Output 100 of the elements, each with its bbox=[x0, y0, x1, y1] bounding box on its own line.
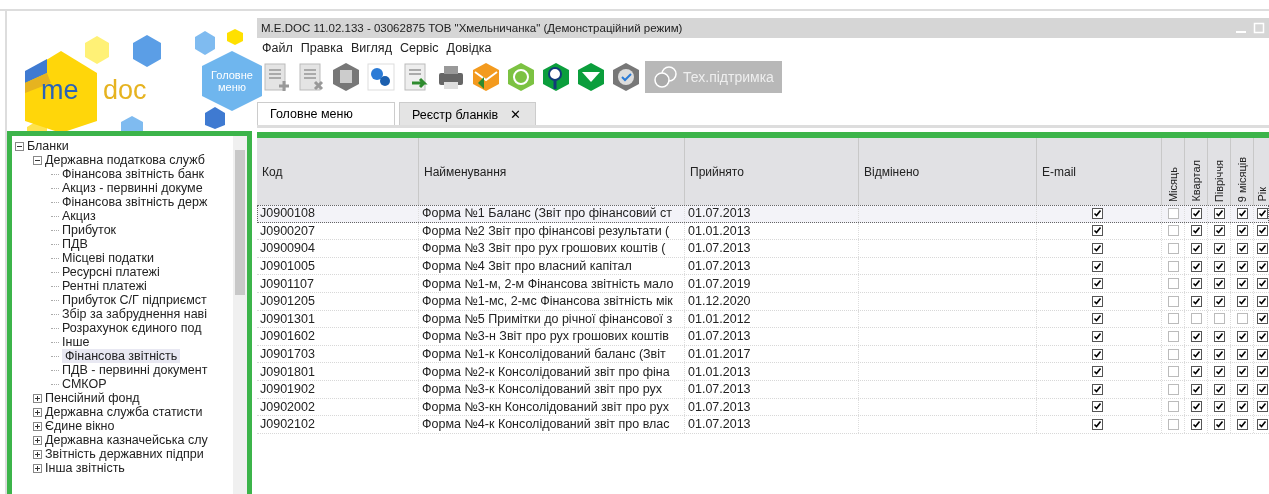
checkbox[interactable] bbox=[1256, 366, 1268, 378]
checkbox[interactable] bbox=[1213, 383, 1225, 395]
table-row[interactable]: J0901301 Форма №5 Примітки до річної фінансової з 01.01.2012 bbox=[257, 310, 1269, 329]
collapse-icon[interactable] bbox=[33, 155, 42, 165]
checkbox[interactable] bbox=[1167, 401, 1179, 413]
tree-item[interactable]: Інше bbox=[62, 335, 90, 349]
checkbox[interactable] bbox=[1190, 330, 1202, 342]
expand-icon[interactable] bbox=[33, 421, 42, 431]
tree-item[interactable]: Інша звітність bbox=[45, 461, 125, 475]
checkbox[interactable] bbox=[1190, 260, 1202, 272]
magnifier-hexagon-icon[interactable] bbox=[540, 61, 572, 93]
tree-item[interactable]: Єдине вікно bbox=[45, 419, 115, 433]
checkbox[interactable] bbox=[1236, 330, 1248, 342]
checkbox[interactable] bbox=[1167, 207, 1179, 219]
checkbox[interactable] bbox=[1213, 330, 1225, 342]
menu-item[interactable]: Вигляд bbox=[350, 41, 392, 55]
checkbox[interactable] bbox=[1256, 278, 1268, 290]
checkbox[interactable] bbox=[1256, 260, 1268, 272]
checkbox[interactable] bbox=[1167, 383, 1179, 395]
checkbox[interactable] bbox=[1213, 260, 1225, 272]
checkbox[interactable] bbox=[1213, 295, 1225, 307]
tree-item[interactable]: Ресурсні платежі bbox=[62, 265, 160, 279]
checkbox[interactable] bbox=[1236, 401, 1248, 413]
checkbox[interactable] bbox=[1190, 278, 1202, 290]
tree-item[interactable]: Прибуток bbox=[62, 223, 117, 237]
tree-item[interactable]: Фінансова звітність банк bbox=[62, 167, 205, 181]
checkbox[interactable] bbox=[1092, 207, 1103, 219]
table-row[interactable]: J0901703 Форма №1-к Консолідований баланс (Звіт 01.01.2017 bbox=[257, 345, 1269, 364]
menu-item[interactable]: Сервіс bbox=[399, 41, 439, 55]
checkbox[interactable] bbox=[1256, 401, 1268, 413]
checkbox[interactable] bbox=[1213, 207, 1225, 219]
checkbox[interactable] bbox=[1213, 418, 1225, 430]
checkbox[interactable] bbox=[1236, 295, 1248, 307]
checkbox[interactable] bbox=[1256, 313, 1268, 325]
checkbox[interactable] bbox=[1213, 313, 1225, 325]
tree-item[interactable]: Рентні платежі bbox=[62, 279, 147, 293]
tab[interactable]: Головне меню bbox=[257, 102, 395, 125]
scrollbar[interactable] bbox=[233, 136, 247, 494]
checkbox[interactable] bbox=[1256, 207, 1268, 219]
checkbox[interactable] bbox=[1236, 418, 1248, 430]
checkbox[interactable] bbox=[1213, 348, 1225, 360]
table-row[interactable]: J0901205 Форма №1-мс, 2-мс Фінансова звітність мік 01.12.2020 bbox=[257, 292, 1269, 311]
checkbox[interactable] bbox=[1213, 401, 1225, 413]
checkbox[interactable] bbox=[1236, 225, 1248, 237]
menu-item[interactable]: Файл bbox=[262, 41, 293, 55]
checkbox[interactable] bbox=[1092, 383, 1103, 395]
checkbox[interactable] bbox=[1190, 348, 1202, 360]
checkbox[interactable] bbox=[1190, 225, 1202, 237]
checkbox[interactable] bbox=[1236, 313, 1248, 325]
menu-item[interactable]: Довідка bbox=[446, 41, 492, 55]
checkbox[interactable] bbox=[1190, 401, 1202, 413]
table-row[interactable]: J0900207 Форма №2 Звіт про фінансові результати ( 01.01.2013 bbox=[257, 222, 1269, 241]
tree-item[interactable]: Акциз - первинні докуме bbox=[62, 181, 203, 195]
expand-icon[interactable] bbox=[33, 407, 42, 417]
tab[interactable]: Реєстр бланків ✕ bbox=[399, 102, 537, 125]
checkbox[interactable] bbox=[1236, 366, 1248, 378]
checkbox[interactable] bbox=[1256, 243, 1268, 254]
expand-icon[interactable] bbox=[33, 449, 42, 459]
checkbox[interactable] bbox=[1213, 225, 1225, 237]
checkbox[interactable] bbox=[1092, 295, 1103, 307]
checkbox[interactable] bbox=[1167, 330, 1179, 342]
checkbox[interactable] bbox=[1167, 418, 1179, 430]
tree-item[interactable]: Прибуток С/Г підприємст bbox=[62, 293, 207, 307]
checkbox[interactable] bbox=[1236, 278, 1248, 290]
table-row[interactable]: J0901107 Форма №1-м, 2-м Фінансова звітність мало 01.07.2019 bbox=[257, 275, 1269, 293]
tree-item[interactable]: Пенсійний фонд bbox=[45, 391, 140, 405]
checkbox[interactable] bbox=[1092, 418, 1103, 430]
envelope-icon[interactable] bbox=[470, 61, 502, 93]
checkbox[interactable] bbox=[1256, 295, 1268, 307]
checkbox[interactable] bbox=[1236, 260, 1248, 272]
collapse-icon[interactable] bbox=[15, 141, 24, 151]
check-hexagon-icon[interactable] bbox=[610, 61, 642, 93]
checkbox[interactable] bbox=[1167, 366, 1179, 378]
checkbox[interactable] bbox=[1167, 295, 1179, 307]
checkbox[interactable] bbox=[1256, 383, 1268, 395]
checkbox[interactable] bbox=[1092, 243, 1103, 254]
table-row[interactable]: J0900904 Форма №3 Звіт про рух грошових коштів ( 01.07.2013 bbox=[257, 240, 1269, 258]
checkbox[interactable] bbox=[1167, 225, 1179, 237]
checkbox[interactable] bbox=[1236, 207, 1248, 219]
table-row[interactable]: J0902102 Форма №4-к Консолідований звіт про влас 01.07.2013 bbox=[257, 416, 1269, 434]
tree-item[interactable]: ПДВ bbox=[62, 237, 88, 251]
checkbox[interactable] bbox=[1256, 418, 1268, 430]
tree-item[interactable]: Державна служба статисти bbox=[45, 405, 203, 419]
checkbox[interactable] bbox=[1190, 366, 1202, 378]
expand-icon[interactable] bbox=[33, 463, 42, 473]
checkbox[interactable] bbox=[1092, 278, 1103, 290]
checkbox[interactable] bbox=[1256, 225, 1268, 237]
table-row[interactable]: J0901902 Форма №3-к Консолідований звіт про рух 01.07.2013 bbox=[257, 380, 1269, 399]
tree-item[interactable]: Державна казначейська слу bbox=[45, 433, 208, 447]
tree-item[interactable]: Фінансова звітність держ bbox=[62, 195, 208, 209]
checkbox[interactable] bbox=[1190, 243, 1202, 254]
checkbox[interactable] bbox=[1092, 260, 1103, 272]
checkbox[interactable] bbox=[1256, 348, 1268, 360]
checkbox[interactable] bbox=[1213, 366, 1225, 378]
checkbox[interactable] bbox=[1236, 383, 1248, 395]
tree-item[interactable]: Державна податкова служб bbox=[45, 153, 205, 167]
checkbox[interactable] bbox=[1213, 278, 1225, 290]
checkbox[interactable] bbox=[1213, 243, 1225, 254]
checkbox[interactable] bbox=[1167, 278, 1179, 290]
tree-item[interactable]: Місцеві податки bbox=[62, 251, 154, 265]
